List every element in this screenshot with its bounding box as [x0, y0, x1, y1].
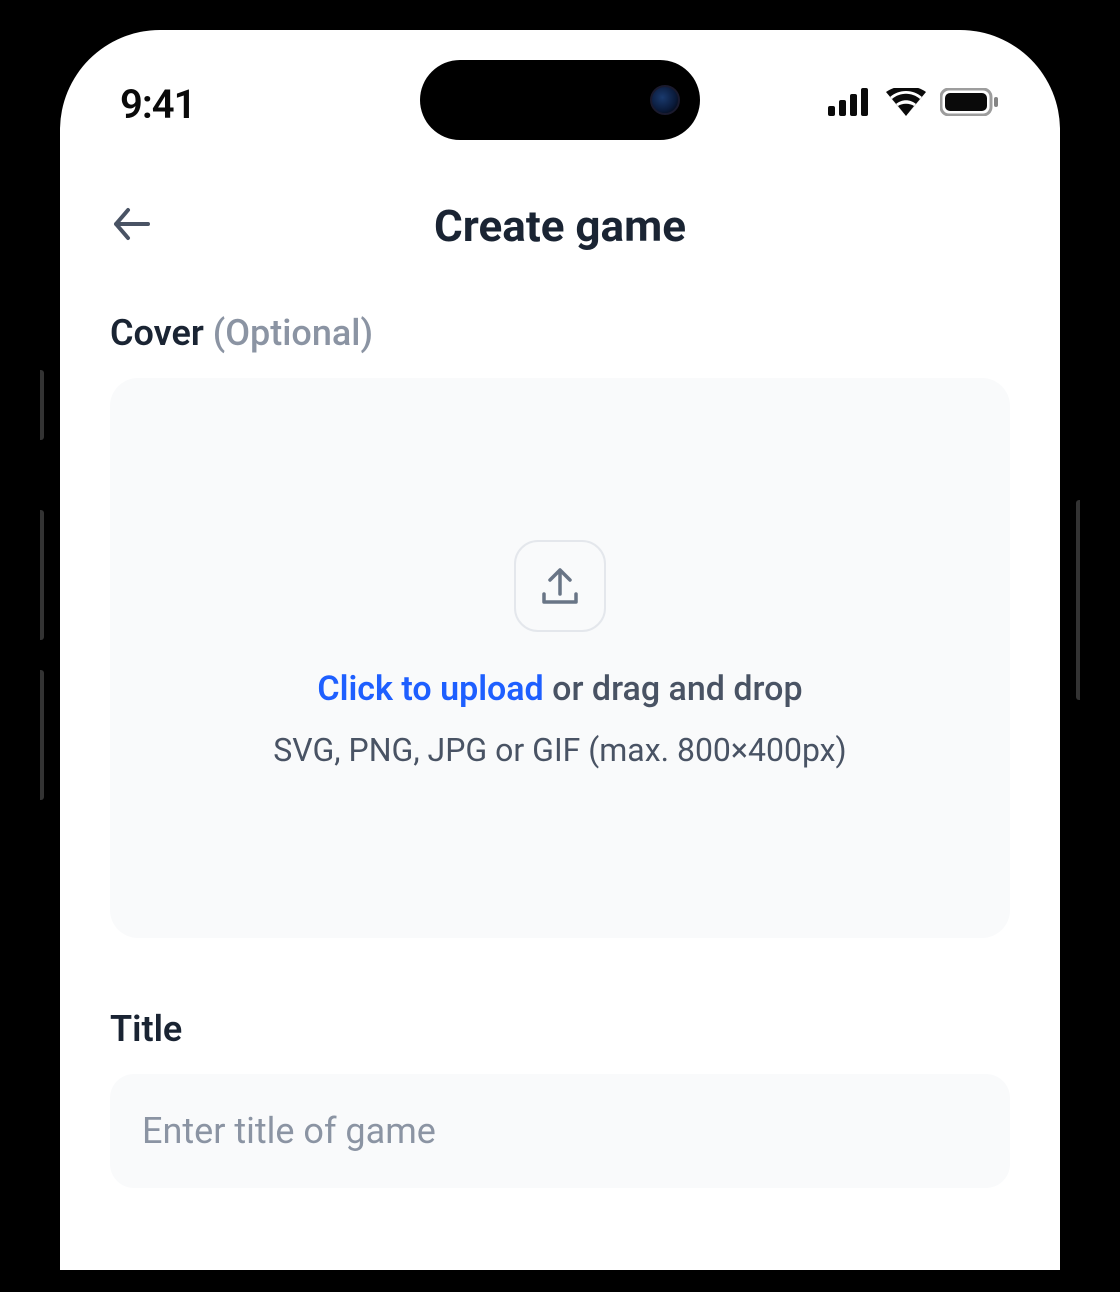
battery-icon: [940, 88, 1000, 120]
cover-optional-tag: (Optional): [213, 312, 373, 354]
title-field-label: Title: [110, 1008, 1010, 1050]
upload-click-text: Click to upload: [317, 669, 543, 709]
nav-header: Create game: [60, 140, 1060, 282]
cover-upload-zone[interactable]: Click to upload or drag and drop SVG, PN…: [110, 378, 1010, 938]
back-button[interactable]: [110, 202, 154, 250]
cover-field-label: Cover (Optional): [110, 312, 1010, 354]
title-input[interactable]: [110, 1074, 1010, 1188]
cover-label-text: Cover: [110, 312, 204, 354]
wifi-icon: [886, 88, 926, 120]
upload-text: Click to upload or drag and drop SVG, PN…: [273, 662, 846, 776]
dynamic-island: [420, 60, 700, 140]
upload-hint-text: SVG, PNG, JPG or GIF (max. 800×400px): [273, 725, 846, 776]
front-camera-icon: [650, 85, 680, 115]
arrow-left-icon: [110, 202, 154, 246]
cellular-signal-icon: [828, 88, 872, 120]
upload-icon-container: [514, 540, 606, 632]
status-time: 9:41: [120, 81, 195, 128]
upload-icon: [538, 564, 582, 608]
upload-drag-text: or drag and drop: [544, 669, 803, 709]
page-title: Create game: [110, 200, 1010, 252]
